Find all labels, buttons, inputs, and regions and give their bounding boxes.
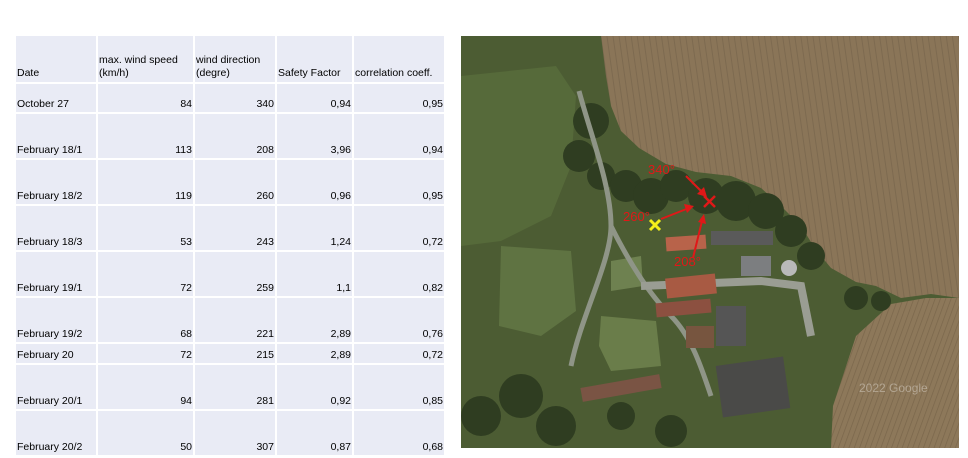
table-row: February 18/2 119 260 0,96 0,95 xyxy=(16,158,446,205)
cell-correlation: 0,95 xyxy=(353,82,446,113)
cell-speed: 94 xyxy=(97,363,195,410)
cell-speed: 68 xyxy=(97,296,195,343)
table-row: October 27 84 340 0,94 0,95 xyxy=(16,82,446,113)
paddock-2 xyxy=(599,316,661,371)
table-header-row: Date max. wind speed (km/h) wind directio… xyxy=(16,36,446,83)
cell-correlation: 0,72 xyxy=(353,342,446,364)
cell-date: February 18/2 xyxy=(16,158,98,205)
table-row: February 20/2 50 307 0,87 0,68 xyxy=(16,409,446,455)
cell-direction: 340 xyxy=(194,82,277,113)
map-watermark: 2022 Google xyxy=(859,381,928,395)
header-max-wind-speed: max. wind speed (km/h) xyxy=(97,36,195,83)
cell-date: February 19/2 xyxy=(16,296,98,343)
cell-correlation: 0,76 xyxy=(353,296,446,343)
cell-date: October 27 xyxy=(16,82,98,113)
table-row: February 20 72 215 2,89 0,72 xyxy=(16,342,446,364)
cell-safety: 2,89 xyxy=(276,296,354,343)
cell-direction: 259 xyxy=(194,250,277,297)
cell-date: February 18/3 xyxy=(16,204,98,251)
cell-direction: 208 xyxy=(194,112,277,159)
cell-safety: 0,94 xyxy=(276,82,354,113)
cell-date: February 19/1 xyxy=(16,250,98,297)
cell-direction: 307 xyxy=(194,409,277,455)
header-wind-direction: wind direction (degre) xyxy=(194,36,277,83)
cell-correlation: 0,85 xyxy=(353,363,446,410)
cell-date: February 20 xyxy=(16,342,98,364)
label-340: 340° xyxy=(648,162,675,177)
cell-direction: 260 xyxy=(194,158,277,205)
satellite-map-image: 340° 260° 208° 2022 Google xyxy=(461,36,959,448)
cell-safety: 0,92 xyxy=(276,363,354,410)
cell-direction: 243 xyxy=(194,204,277,251)
table-row: February 19/1 72 259 1,1 0,82 xyxy=(16,250,446,297)
cell-safety: 0,87 xyxy=(276,409,354,455)
header-date: Date xyxy=(16,36,98,83)
cell-speed: 72 xyxy=(97,250,195,297)
cell-safety: 1,1 xyxy=(276,250,354,297)
cell-direction: 281 xyxy=(194,363,277,410)
cell-date: February 20/2 xyxy=(16,409,98,455)
header-safety-factor: Safety Factor xyxy=(276,36,354,83)
table-row: February 19/2 68 221 2,89 0,76 xyxy=(16,296,446,343)
cell-correlation: 0,94 xyxy=(353,112,446,159)
table-row: February 18/1 113 208 3,96 0,94 xyxy=(16,112,446,159)
wind-data-table: Date max. wind speed (km/h) wind directio… xyxy=(16,36,446,455)
cell-safety: 3,96 xyxy=(276,112,354,159)
cell-correlation: 0,82 xyxy=(353,250,446,297)
cell-date: February 18/1 xyxy=(16,112,98,159)
table-row: February 18/3 53 243 1,24 0,72 xyxy=(16,204,446,251)
header-correlation-coeff: correlation coeff. xyxy=(353,36,446,83)
label-260: 260° xyxy=(623,209,650,224)
cell-correlation: 0,72 xyxy=(353,204,446,251)
cell-safety: 0,96 xyxy=(276,158,354,205)
cell-speed: 50 xyxy=(97,409,195,455)
satellite-map: 340° 260° 208° 2022 Google xyxy=(461,36,959,448)
cell-speed: 53 xyxy=(97,204,195,251)
cell-speed: 119 xyxy=(97,158,195,205)
cell-correlation: 0,68 xyxy=(353,409,446,455)
cell-direction: 215 xyxy=(194,342,277,364)
cell-speed: 84 xyxy=(97,82,195,113)
cell-safety: 1,24 xyxy=(276,204,354,251)
cell-safety: 2,89 xyxy=(276,342,354,364)
label-208: 208° xyxy=(674,254,701,269)
cell-speed: 113 xyxy=(97,112,195,159)
cell-date: February 20/1 xyxy=(16,363,98,410)
table-row: February 20/1 94 281 0,92 0,85 xyxy=(16,363,446,410)
cell-direction: 221 xyxy=(194,296,277,343)
cell-speed: 72 xyxy=(97,342,195,364)
cell-correlation: 0,95 xyxy=(353,158,446,205)
